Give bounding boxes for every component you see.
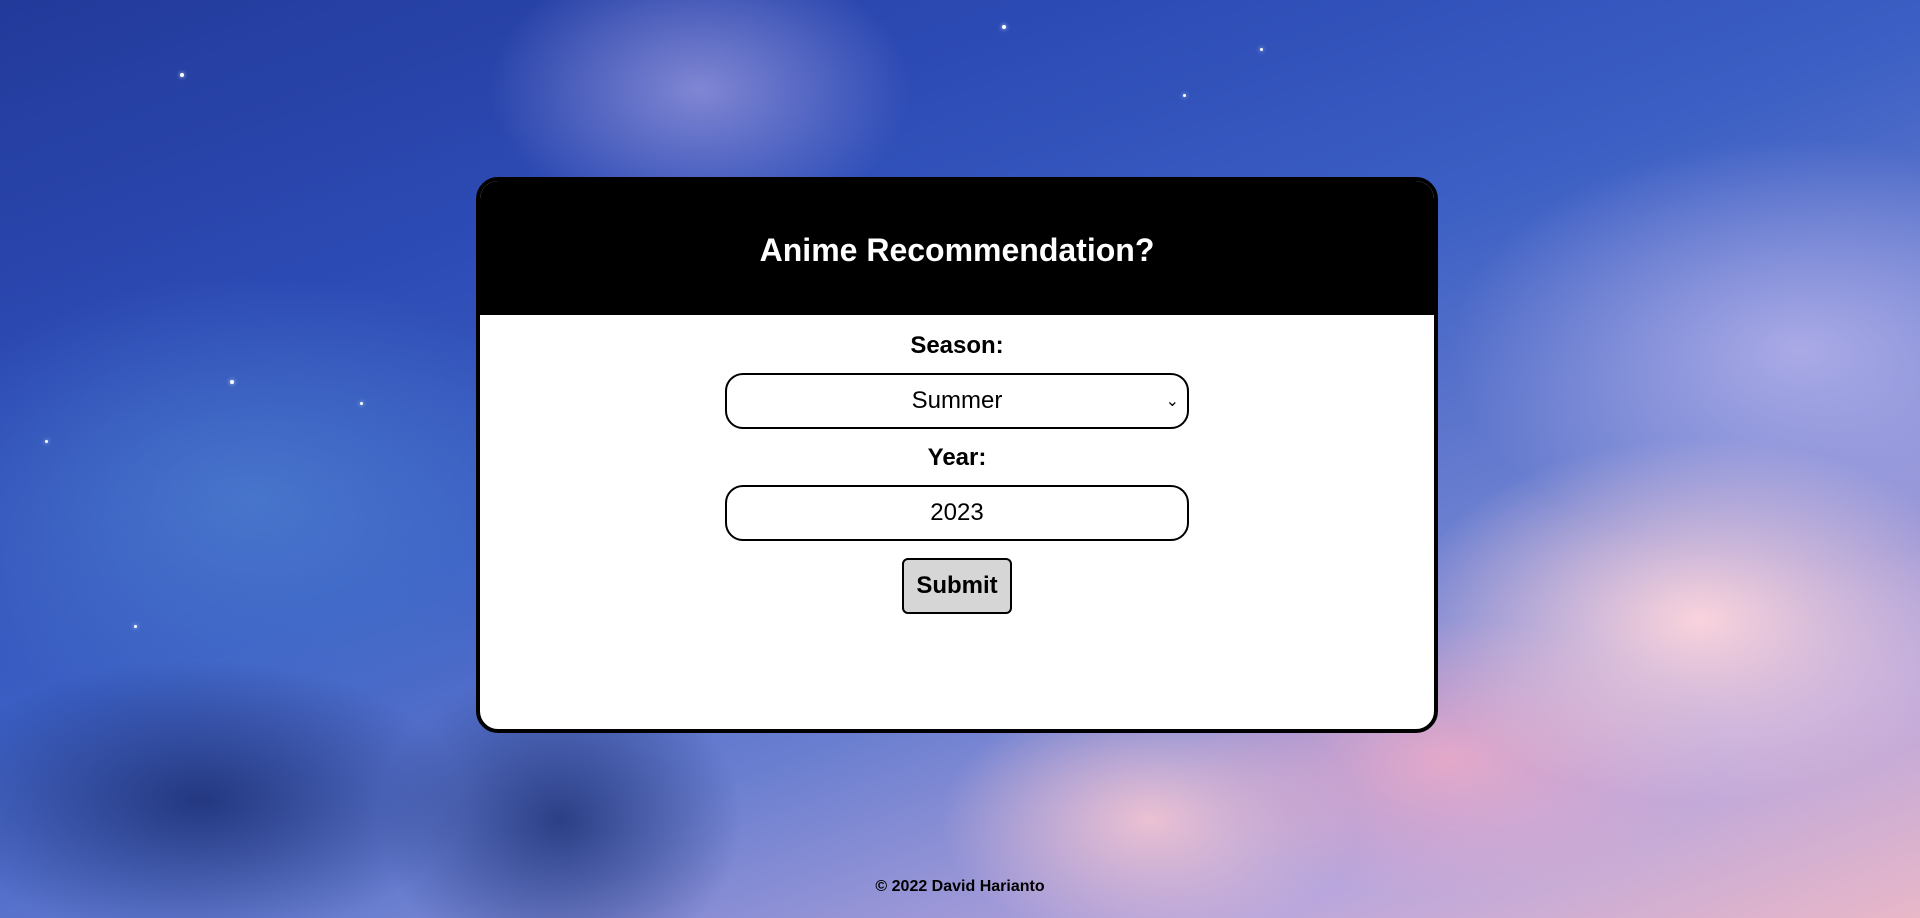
star bbox=[134, 625, 137, 628]
star bbox=[1260, 48, 1263, 51]
submit-button[interactable]: Submit bbox=[902, 558, 1012, 614]
season-label: Season: bbox=[910, 332, 1004, 359]
season-select-value: Summer bbox=[911, 387, 1003, 414]
star bbox=[230, 380, 234, 384]
season-select[interactable]: Summer ⌄ bbox=[725, 373, 1189, 429]
year-label: Year: bbox=[927, 444, 987, 471]
star bbox=[180, 73, 184, 77]
recommendation-form: Season: Summer ⌄ Year: 2023 Submit bbox=[480, 315, 1434, 614]
page-title: Anime Recommendation? bbox=[759, 231, 1155, 268]
year-input-value: 2023 bbox=[930, 499, 984, 526]
star bbox=[1002, 25, 1006, 29]
star bbox=[360, 402, 363, 405]
chevron-down-icon: ⌄ bbox=[1165, 393, 1179, 410]
star bbox=[45, 440, 48, 443]
footer-copyright: © 2022 David Harianto bbox=[875, 878, 1045, 895]
card-header: Anime Recommendation? bbox=[480, 181, 1434, 315]
recommendation-card: Anime Recommendation? Season: Summer ⌄ Y… bbox=[476, 177, 1438, 733]
star bbox=[1183, 94, 1186, 97]
year-input[interactable]: 2023 bbox=[725, 485, 1189, 541]
